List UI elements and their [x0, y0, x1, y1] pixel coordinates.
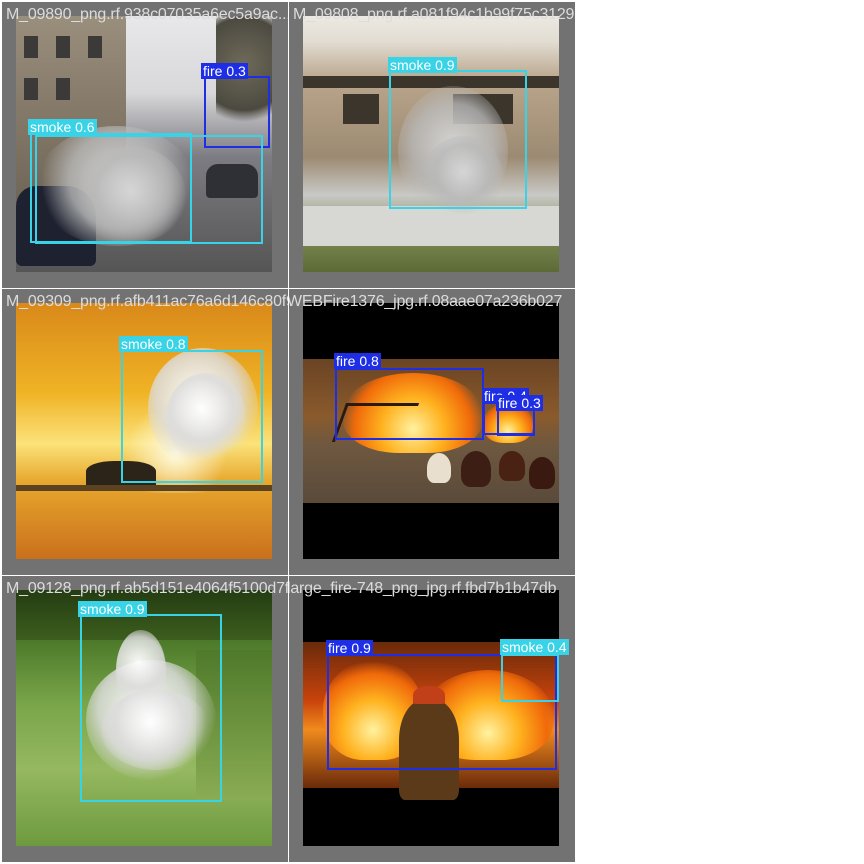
fire-bbox	[497, 409, 535, 436]
detection-label: fire 0.3	[496, 395, 543, 411]
image-filename: M_09128_png.rf.ab5d151e4064f5100d7fae492	[6, 580, 288, 597]
detection-label: smoke 0.4	[500, 639, 569, 655]
image-tile: WEBFire1376_jpg.rf.08aae07a236b027 fire …	[289, 289, 575, 575]
smoke-bbox	[501, 654, 559, 702]
smoke-bbox	[80, 614, 222, 802]
image-filename: large_fire-748_png_jpg.rf.fbd7b1b47db	[289, 580, 557, 597]
smoke-bbox	[121, 350, 263, 483]
detection-label: smoke 0.6	[28, 119, 97, 135]
detection-label: smoke 0.9	[388, 57, 457, 73]
detection-label: smoke 0.9	[78, 601, 147, 617]
detection-label: fire 0.8	[334, 353, 381, 369]
image-filename: M_09890_png.rf.938c07035a6ec5a9ac...	[6, 6, 288, 23]
detection-label: fire 0.3	[201, 63, 248, 79]
detection-label: fire 0.9	[326, 640, 373, 656]
image-filename: WEBFire1376_jpg.rf.08aae07a236b027	[289, 293, 563, 310]
smoke-bbox	[389, 70, 527, 209]
image-tile: M_09128_png.rf.ab5d151e4064f5100d7fae492…	[2, 576, 288, 862]
image-tile: large_fire-748_png_jpg.rf.fbd7b1b47db fi…	[289, 576, 575, 862]
image-tile: M_09890_png.rf.938c07035a6ec5a9ac... fir…	[2, 2, 288, 288]
image-filename: M_09808_png.rf.a081f94c1b99f75c3129b6ebc	[293, 6, 575, 23]
detection-label: smoke 0.8	[119, 336, 188, 352]
image-tile: M_09808_png.rf.a081f94c1b99f75c3129b6ebc…	[289, 2, 575, 288]
smoke-bbox	[35, 135, 263, 244]
fire-bbox	[335, 368, 484, 440]
image-filename: M_09309_png.rf.afb411ac76a6d146c80f93069	[6, 293, 288, 310]
image-tile: M_09309_png.rf.afb411ac76a6d146c80f93069…	[2, 289, 288, 575]
